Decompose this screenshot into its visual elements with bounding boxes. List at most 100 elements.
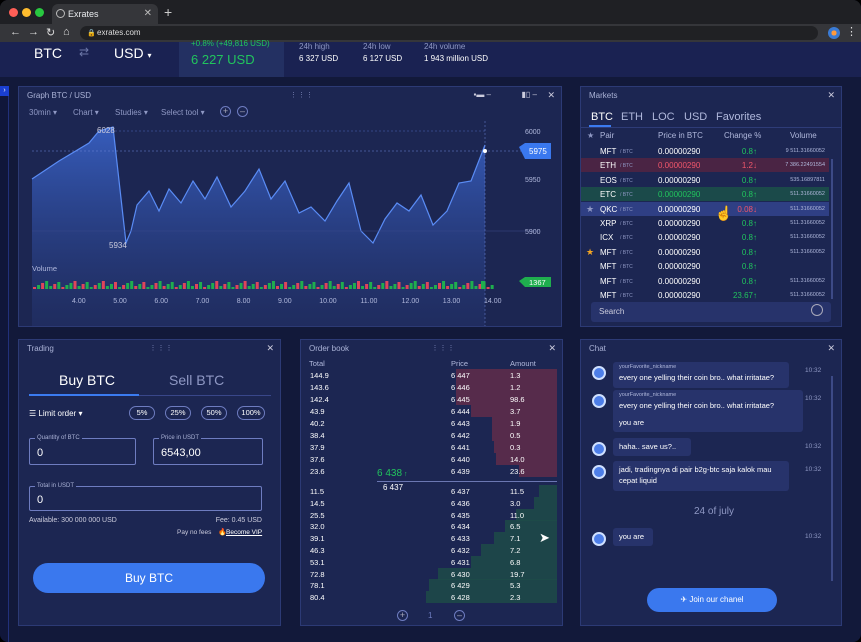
zoom-in-icon[interactable]: +: [397, 610, 408, 621]
tab-sell[interactable]: Sell BTC: [169, 372, 224, 388]
total-field[interactable]: Total in USDT 0: [29, 483, 262, 511]
scrollbar[interactable]: [831, 376, 833, 581]
market-row[interactable]: ★ QKC / BTC 0.00000290 0.08↓ 511.31660052: [581, 201, 829, 216]
ask-row[interactable]: 143.6 6 446 1.2: [301, 381, 562, 393]
zoom-out-icon[interactable]: –: [454, 610, 465, 621]
markets-column-header[interactable]: Price in BTC: [658, 131, 703, 140]
swap-icon[interactable]: ⇄: [79, 45, 89, 59]
quote-currency-select[interactable]: USD ▾: [114, 45, 151, 61]
scrollbar[interactable]: [831, 159, 833, 299]
total-input[interactable]: 0: [37, 494, 43, 506]
ask-row[interactable]: 38.4 6 442 0.5: [301, 429, 562, 441]
maximize-window-icon[interactable]: [35, 8, 44, 17]
browser-tab[interactable]: Exrates ✕: [52, 4, 158, 24]
markets-column-header[interactable]: Volume: [790, 131, 817, 140]
market-row[interactable]: ★ MFT / BTC 0.00000290 0.8↑ 511.31660052: [581, 245, 829, 259]
chart-toolbar-button[interactable]: Studies ▾: [115, 108, 148, 117]
price-chart[interactable]: 6000 5950 5900 5975 6028 5934 Volume 1367 4.00 5.…: [19, 121, 562, 327]
drag-handle-icon[interactable]: ⋮⋮⋮: [432, 344, 456, 352]
new-tab-icon[interactable]: +: [164, 4, 172, 20]
close-window-icon[interactable]: [9, 8, 18, 17]
bid-row[interactable]: 78.1 6 429 5.3: [301, 579, 562, 592]
ask-row[interactable]: 37.6 6 440 14.0: [301, 453, 562, 465]
favorite-star-icon[interactable]: ★: [586, 247, 594, 258]
zoom-out-icon[interactable]: –: [237, 106, 248, 117]
markets-tab[interactable]: LOC: [652, 111, 675, 123]
markets-tab[interactable]: Favorites: [716, 111, 761, 123]
market-row[interactable]: MFT / BTC 0.00000290 23.67↑ 511.31660052: [581, 288, 829, 302]
close-icon[interactable]: ✕: [266, 343, 274, 354]
layout-icon[interactable]: ▪▬ –: [473, 90, 491, 99]
ask-row[interactable]: 37.9 6 441 0.3: [301, 441, 562, 453]
favorite-star-icon[interactable]: ★: [586, 204, 594, 215]
address-bar[interactable]: 🔒 exrates.com: [80, 26, 818, 40]
quantity-field[interactable]: Quantity of BTC 0: [29, 435, 136, 465]
market-row[interactable]: ICX / BTC 0.00000290 0.8↑ 511.31660052: [581, 230, 829, 244]
drag-handle-icon[interactable]: ⋮⋮⋮: [290, 91, 314, 99]
search-icon[interactable]: [811, 304, 823, 316]
market-row[interactable]: MFT / BTC 0.00000290 0.8↑ 511.31660052: [581, 274, 829, 288]
back-icon[interactable]: ←: [10, 26, 21, 38]
avatar-icon[interactable]: [592, 394, 606, 408]
bid-row[interactable]: 72.8 6 430 19.7: [301, 567, 562, 580]
search-input[interactable]: Search: [599, 307, 624, 316]
bid-row[interactable]: 46.3 6 432 7.2: [301, 544, 562, 556]
avatar-icon[interactable]: [592, 442, 606, 456]
ask-row[interactable]: 142.4 6 445 98.6: [301, 393, 562, 405]
chart-toolbar-button[interactable]: 30min ▾: [29, 108, 57, 117]
market-row[interactable]: MFT / BTC 0.00000290 0.8↑: [581, 259, 829, 273]
market-row[interactable]: EOS / BTC 0.00000290 0.8↑ 535.16897811: [581, 173, 829, 187]
profile-icon[interactable]: [828, 27, 840, 39]
minimize-window-icon[interactable]: [22, 8, 31, 17]
split-icon[interactable]: ▮▯ –: [522, 90, 537, 99]
avatar-icon[interactable]: [592, 465, 606, 479]
bid-row[interactable]: 25.5 6 435 11.0: [301, 508, 562, 521]
drag-handle-icon[interactable]: ⋮⋮⋮: [150, 344, 174, 352]
percent-button[interactable]: 25%: [165, 406, 191, 420]
market-row[interactable]: ETH / BTC 0.00000290 1.2↓ 7 386.22491554: [581, 158, 829, 173]
avatar-icon[interactable]: [592, 532, 606, 546]
join-channel-button[interactable]: ✈ Join our chanel: [647, 588, 777, 612]
close-icon[interactable]: ✕: [548, 343, 556, 354]
close-icon[interactable]: ✕: [827, 343, 835, 354]
market-row[interactable]: MFT / BTC 0.00000290 0.8↑ 9 511.31660052: [581, 144, 829, 158]
close-tab-icon[interactable]: ✕: [144, 8, 152, 19]
markets-tab[interactable]: ETH: [621, 111, 643, 123]
chat-username[interactable]: yourFavorite_nickname: [619, 364, 676, 370]
bid-row[interactable]: 53.1 6 431 6.8: [301, 555, 562, 568]
bid-row[interactable]: 32.0 6 434 6.5: [301, 520, 562, 533]
chat-username[interactable]: yourFavorite_nickname: [619, 392, 676, 398]
forward-icon[interactable]: →: [28, 26, 39, 38]
chart-toolbar-button[interactable]: Chart ▾: [73, 108, 99, 117]
market-search[interactable]: Search: [591, 302, 831, 322]
menu-kebab-icon[interactable]: ⋮: [846, 25, 857, 38]
buy-button[interactable]: Buy BTC: [33, 563, 265, 593]
ask-row[interactable]: 144.9 6 447 1.3: [301, 369, 562, 381]
markets-column-header[interactable]: Change %: [724, 131, 761, 140]
price-input[interactable]: 6543,00: [161, 447, 201, 459]
price-field[interactable]: Price in USDT 6543,00: [153, 435, 263, 465]
avatar-icon[interactable]: [592, 366, 606, 380]
bid-row[interactable]: 80.4 6 428 2.3: [301, 591, 562, 604]
percent-button[interactable]: 100%: [237, 406, 265, 420]
tab-buy[interactable]: Buy BTC: [59, 372, 115, 388]
ask-row[interactable]: 43.9 6 444 3.7: [301, 405, 562, 417]
zoom-in-icon[interactable]: +: [220, 106, 231, 117]
become-vip-link[interactable]: Become VIP: [226, 529, 262, 536]
base-currency[interactable]: BTC: [34, 45, 62, 61]
percent-button[interactable]: 50%: [201, 406, 227, 420]
close-icon[interactable]: ✕: [547, 90, 555, 101]
expand-sidebar-icon[interactable]: ›: [0, 86, 9, 96]
chart-toolbar-button[interactable]: Select tool ▾: [161, 108, 205, 117]
order-type-select[interactable]: ☰ Limit order ▾: [29, 409, 82, 418]
home-icon[interactable]: ⌂: [63, 26, 70, 38]
market-row[interactable]: ETC / BTC 0.00000290 0.8↑ 511.31660052: [581, 187, 829, 202]
ask-row[interactable]: 40.2 6 443 1.9: [301, 417, 562, 429]
markets-tab[interactable]: BTC: [591, 111, 613, 123]
percent-button[interactable]: 5%: [129, 406, 155, 420]
bid-row[interactable]: 11.5 6 437 11.5: [301, 485, 562, 497]
close-icon[interactable]: ✕: [827, 90, 835, 101]
markets-column-header[interactable]: Pair: [600, 131, 614, 140]
quantity-input[interactable]: 0: [37, 447, 43, 459]
markets-tab[interactable]: USD: [684, 111, 707, 123]
